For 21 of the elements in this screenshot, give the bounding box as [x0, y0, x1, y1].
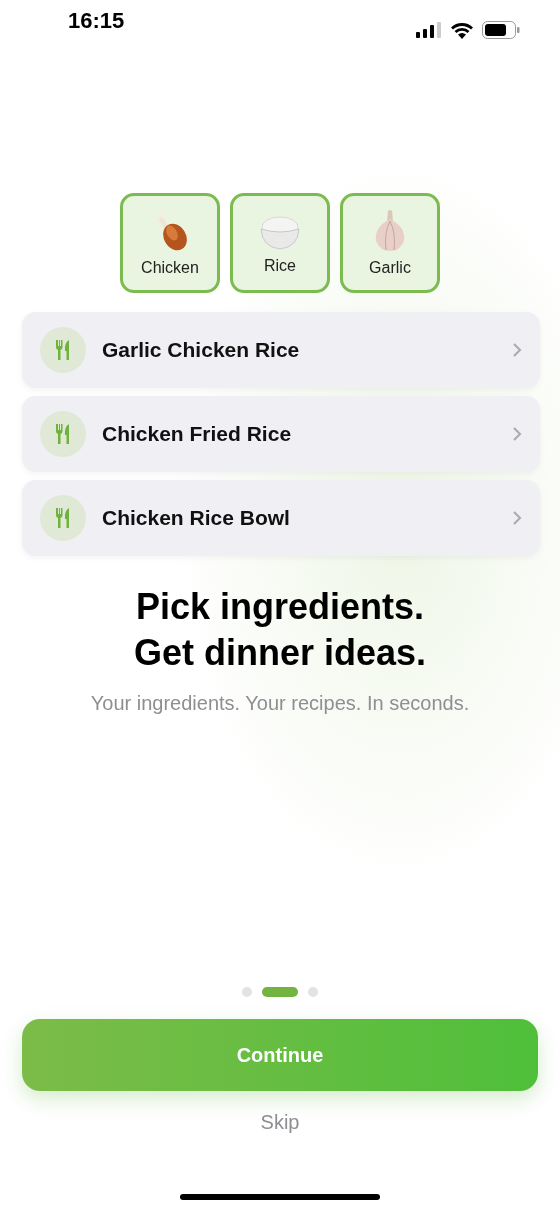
recipe-row[interactable]: Garlic Chicken Rice — [22, 312, 540, 388]
recipe-row[interactable]: Chicken Fried Rice — [22, 396, 540, 472]
ingredient-chip[interactable]: Chicken — [120, 193, 220, 293]
recipe-row[interactable]: Chicken Rice Bowl — [22, 480, 540, 556]
signal-icon — [416, 22, 442, 38]
headline: Pick ingredients. — [134, 585, 426, 629]
utensils-icon — [40, 495, 86, 541]
ingredient-chip[interactable]: Garlic — [340, 193, 440, 293]
subtitle: Your ingredients. Your recipes. In seconds. — [89, 692, 471, 715]
chevron-right-icon — [512, 510, 522, 526]
battery-icon — [482, 21, 520, 39]
utensils-icon — [40, 411, 86, 457]
utensils-icon — [40, 327, 86, 373]
wifi-icon — [450, 21, 474, 39]
ingredient-chip[interactable]: Rice — [230, 193, 330, 293]
page-dot[interactable] — [308, 987, 318, 997]
chevron-right-icon — [512, 426, 522, 442]
status-time: 16:15 — [68, 8, 125, 34]
chevron-right-icon — [512, 342, 522, 358]
headline: Get dinner ideas. — [132, 631, 428, 675]
page-dot[interactable] — [242, 987, 252, 997]
